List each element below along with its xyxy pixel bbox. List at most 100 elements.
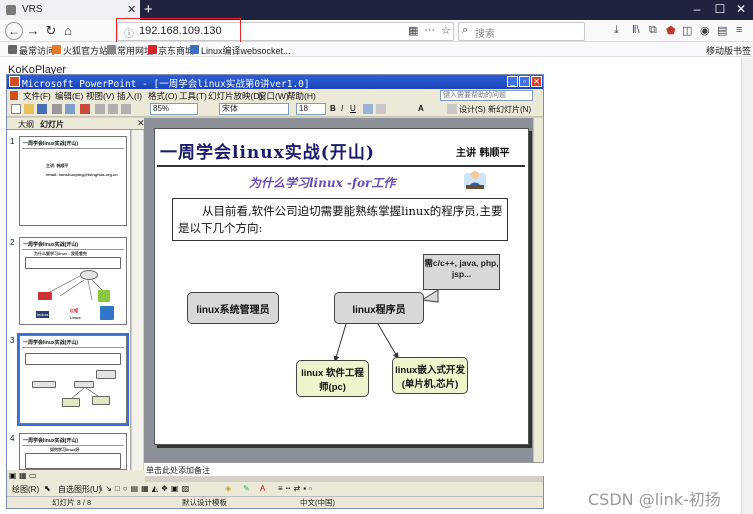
watermark-text: CSDN @link-初扬	[588, 490, 721, 509]
autoshape-menu[interactable]: 自选图形(U)	[58, 484, 101, 495]
ppt-minimize-icon[interactable]: _	[507, 76, 518, 87]
slide-thumbnail[interactable]: 一周学会linux实战(开山) 主讲: 韩顺平 email: hanshunpi…	[19, 136, 127, 226]
gear-icon	[8, 45, 17, 54]
slideshow-view-icon[interactable]: ▭	[29, 471, 37, 480]
close-window-icon[interactable]: ✕	[731, 2, 751, 16]
sidebar-icon[interactable]: ⧉	[649, 24, 657, 37]
align-left-icon[interactable]	[363, 104, 373, 114]
tab-close-icon[interactable]: ✕	[127, 3, 136, 16]
shopping-icon[interactable]: ▤	[717, 24, 727, 37]
page-actions-icon[interactable]: ···	[424, 24, 435, 36]
browser-tab[interactable]: VRS	[0, 0, 140, 20]
library-icon[interactable]: ‖\	[632, 24, 640, 36]
shield-icon[interactable]: ⬟	[666, 24, 676, 37]
cut-icon[interactable]	[95, 104, 105, 114]
design-icon[interactable]	[447, 104, 457, 114]
font-color-icon[interactable]: A	[260, 484, 268, 493]
font-grow-button[interactable]: A	[418, 104, 424, 113]
tab-slides[interactable]: 幻灯片	[40, 119, 64, 130]
menu-tools[interactable]: 工具(T)	[179, 90, 207, 102]
zoom-select[interactable]: 85%	[150, 103, 198, 115]
line-style-icons[interactable]: ≡┅⇄▪▫	[278, 484, 315, 493]
ppt-restore-icon[interactable]: ▫	[519, 76, 530, 87]
help-search-input[interactable]: 键入需要帮助的问题	[440, 90, 533, 101]
select-pointer-icon[interactable]: ⬉	[44, 484, 51, 493]
powerpoint-logo-icon	[9, 76, 20, 87]
forward-icon[interactable]: →	[24, 22, 42, 40]
print-icon[interactable]	[52, 104, 62, 114]
thumb-number: 2	[10, 238, 15, 247]
home-icon[interactable]: ⌂	[59, 22, 77, 40]
notes-input[interactable]: 单击此处添加备注	[144, 462, 544, 476]
menu-format[interactable]: 格式(O)	[148, 90, 177, 102]
slide-thumbnail[interactable]: 一周学会linux实战(开山) 如何学习linux好	[19, 433, 127, 470]
panel-scrollbar[interactable]	[131, 130, 143, 470]
menu-view[interactable]: 视图(V)	[86, 90, 114, 102]
fedora-logo: fedora	[36, 311, 50, 318]
menu-insert[interactable]: 插入(I)	[117, 90, 142, 102]
requirements-callout[interactable]: 需c/c++, java, php, jsp...	[423, 254, 500, 290]
sorter-view-icon[interactable]: ▦	[19, 471, 27, 480]
back-icon[interactable]: ←	[5, 22, 23, 40]
bookmark-star-icon[interactable]: ☆	[441, 24, 451, 37]
mobile-bookmarks[interactable]: 移动版书签	[706, 44, 751, 57]
new-slide-button[interactable]: 新幻灯片(N)	[488, 104, 531, 115]
preview-icon[interactable]	[65, 104, 75, 114]
maximize-icon[interactable]: ☐	[710, 2, 730, 16]
new-tab-button[interactable]: +	[144, 1, 153, 18]
bookmark-item[interactable]: 京东商城	[158, 44, 194, 57]
firefox-icon	[52, 45, 61, 54]
bold-button[interactable]: B	[330, 104, 336, 113]
menu-slideshow[interactable]: 幻灯片放映(D)	[208, 90, 262, 102]
fill-color-icon[interactable]: ◈	[225, 484, 234, 493]
thumb-title: 一周学会linux实战(开山)	[23, 438, 78, 444]
draw-tools-icons[interactable]: \↘□○▤▦◭❖▣▨	[100, 484, 192, 493]
thumb-title: 一周学会linux实战(开山)	[23, 141, 78, 147]
save-icon[interactable]	[37, 104, 47, 114]
new-doc-icon[interactable]	[11, 104, 21, 114]
thumb-number: 4	[10, 434, 15, 443]
draw-menu[interactable]: 绘图(R)	[12, 484, 39, 495]
tab-title: VRS	[22, 4, 43, 15]
slide-scrollbar[interactable]	[533, 118, 543, 462]
tab-outline[interactable]: 大纲	[18, 119, 34, 130]
design-button[interactable]: 设计(S)	[459, 104, 486, 115]
ppt-close-icon[interactable]: ✕	[531, 76, 542, 87]
copy-icon[interactable]	[108, 104, 118, 114]
container-icon[interactable]: ◫	[682, 24, 692, 37]
open-icon[interactable]	[24, 104, 34, 114]
bookmark-item[interactable]: 最常访问	[19, 44, 55, 57]
thumb-textbox	[25, 453, 121, 469]
italic-button[interactable]: I	[341, 104, 343, 113]
menu-icon[interactable]: ≡	[736, 24, 742, 36]
status-template: 默认设计模板	[182, 498, 227, 507]
line-color-icon[interactable]: ✎	[243, 484, 253, 493]
thumb-rule	[22, 148, 124, 149]
menu-window[interactable]: 窗口(W)	[258, 90, 289, 102]
normal-view-icon[interactable]: ▣	[9, 471, 17, 480]
node-embedded[interactable]: linux嵌入式开发(单片机,芯片)	[392, 357, 468, 394]
node-software-engineer[interactable]: linux 软件工程师(pc)	[296, 360, 369, 397]
spell-icon[interactable]	[80, 104, 90, 114]
reader-view-icon[interactable]: ▦	[408, 24, 418, 37]
node-sysadmin[interactable]: linux系统管理员	[187, 292, 279, 324]
menu-file[interactable]: 文件(F)	[23, 90, 51, 102]
slide-thumbnail[interactable]: 一周学会linux实战(开山) 为什么要学习linux - 我是看完 fedor…	[19, 237, 127, 325]
font-size-select[interactable]: 18	[296, 103, 326, 115]
slide-thumbnail-selected[interactable]: 一周学会linux实战(开山)	[17, 333, 129, 426]
node-programmer[interactable]: linux程序员	[334, 292, 424, 324]
minimize-icon[interactable]: –	[687, 2, 707, 16]
underline-button[interactable]: U	[350, 104, 356, 113]
menu-help[interactable]: 帮助(H)	[287, 90, 316, 102]
search-icon: ⌕	[462, 24, 469, 36]
extension-icon[interactable]: ◉	[700, 24, 710, 37]
search-input[interactable]: 搜索	[475, 25, 495, 40]
menu-edit[interactable]: 编辑(E)	[55, 90, 83, 102]
reload-icon[interactable]: ↻	[42, 22, 60, 40]
undo-icon[interactable]	[121, 104, 131, 114]
align-center-icon[interactable]	[376, 104, 386, 114]
download-icon[interactable]: ⤓	[614, 24, 619, 37]
page-scrollbar[interactable]	[741, 58, 753, 514]
font-select[interactable]: 宋体	[219, 103, 289, 115]
bookmark-item[interactable]: Linux编译websocket...	[201, 44, 291, 57]
